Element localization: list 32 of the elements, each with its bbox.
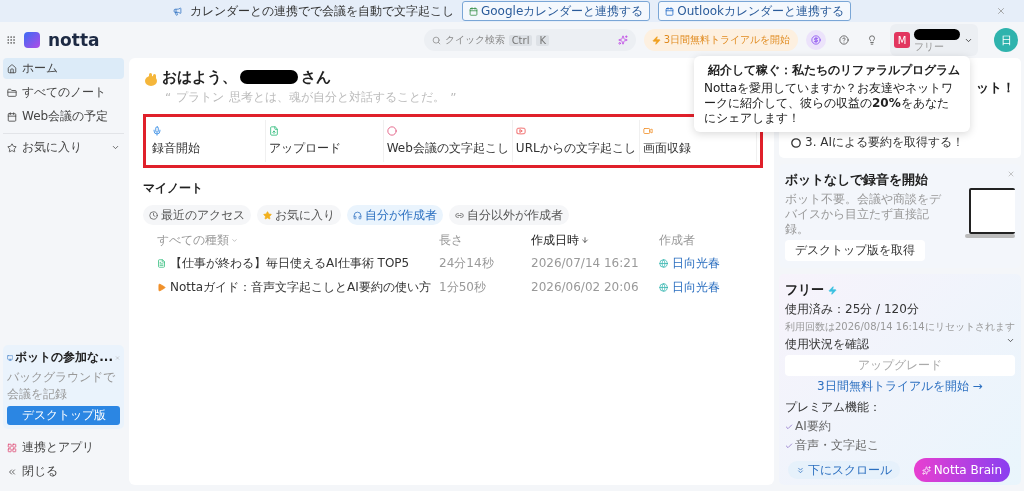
greeting-text: おはよう、 bbox=[162, 68, 237, 87]
quote-text: 思考とは、魂が自分と対話することだ。 bbox=[229, 89, 446, 106]
quote-mark: ” bbox=[450, 90, 457, 105]
banner-text: カレンダーとの連携でで会議を自動で文字起こし bbox=[189, 2, 454, 20]
table-cell-text: 2026/07/14 16:21 bbox=[531, 255, 640, 272]
shortcut-key: K bbox=[536, 34, 549, 46]
feature-item: 音声・文字起こ bbox=[785, 437, 1015, 454]
logo-text: notta bbox=[48, 30, 100, 50]
table-cell-text: 1分50秒 bbox=[439, 278, 487, 296]
quote-mark: “ bbox=[165, 90, 172, 105]
promo-text: バックグラウンドで会議を記録 bbox=[7, 369, 116, 403]
search-placeholder: クイック検索 bbox=[444, 33, 505, 47]
plan-label: フリー bbox=[914, 40, 944, 52]
reset-text: 利用回数は2026/08/14 16:14にリセットされます bbox=[785, 320, 1015, 334]
greeting-suffix: さん bbox=[301, 68, 331, 87]
table-cell: 日向光春 bbox=[659, 275, 760, 299]
promo-title: ボットの参加な... bbox=[15, 349, 113, 366]
section-title: マイノート bbox=[143, 180, 204, 197]
usage-text: 使用済み：25分 / 120分 bbox=[785, 301, 920, 318]
popover-title: 紹介して稼ぐ：私たちのリファラルプログラム bbox=[706, 62, 960, 79]
premium-title: プレミアム機能： bbox=[785, 399, 882, 416]
table-cell: 日向光春 bbox=[659, 251, 760, 275]
card-text: ボット不要。会議や商談をデバイスから目立たず直接記録。 bbox=[785, 192, 942, 237]
card-title: ボットなしで録音を開始 bbox=[785, 171, 928, 189]
quote-author: プラトン bbox=[176, 89, 225, 106]
table-cell-text: 2026/06/02 20:06 bbox=[531, 279, 640, 296]
user-avatar: M bbox=[894, 32, 910, 48]
table-cell-text: 24分14秒 bbox=[439, 254, 495, 272]
shortcut-key: Ctrl bbox=[508, 34, 533, 46]
feature-item: AI要約 bbox=[785, 418, 1015, 435]
plan-title: フリー bbox=[785, 281, 837, 299]
checklist-title: ット！ bbox=[975, 79, 1015, 97]
